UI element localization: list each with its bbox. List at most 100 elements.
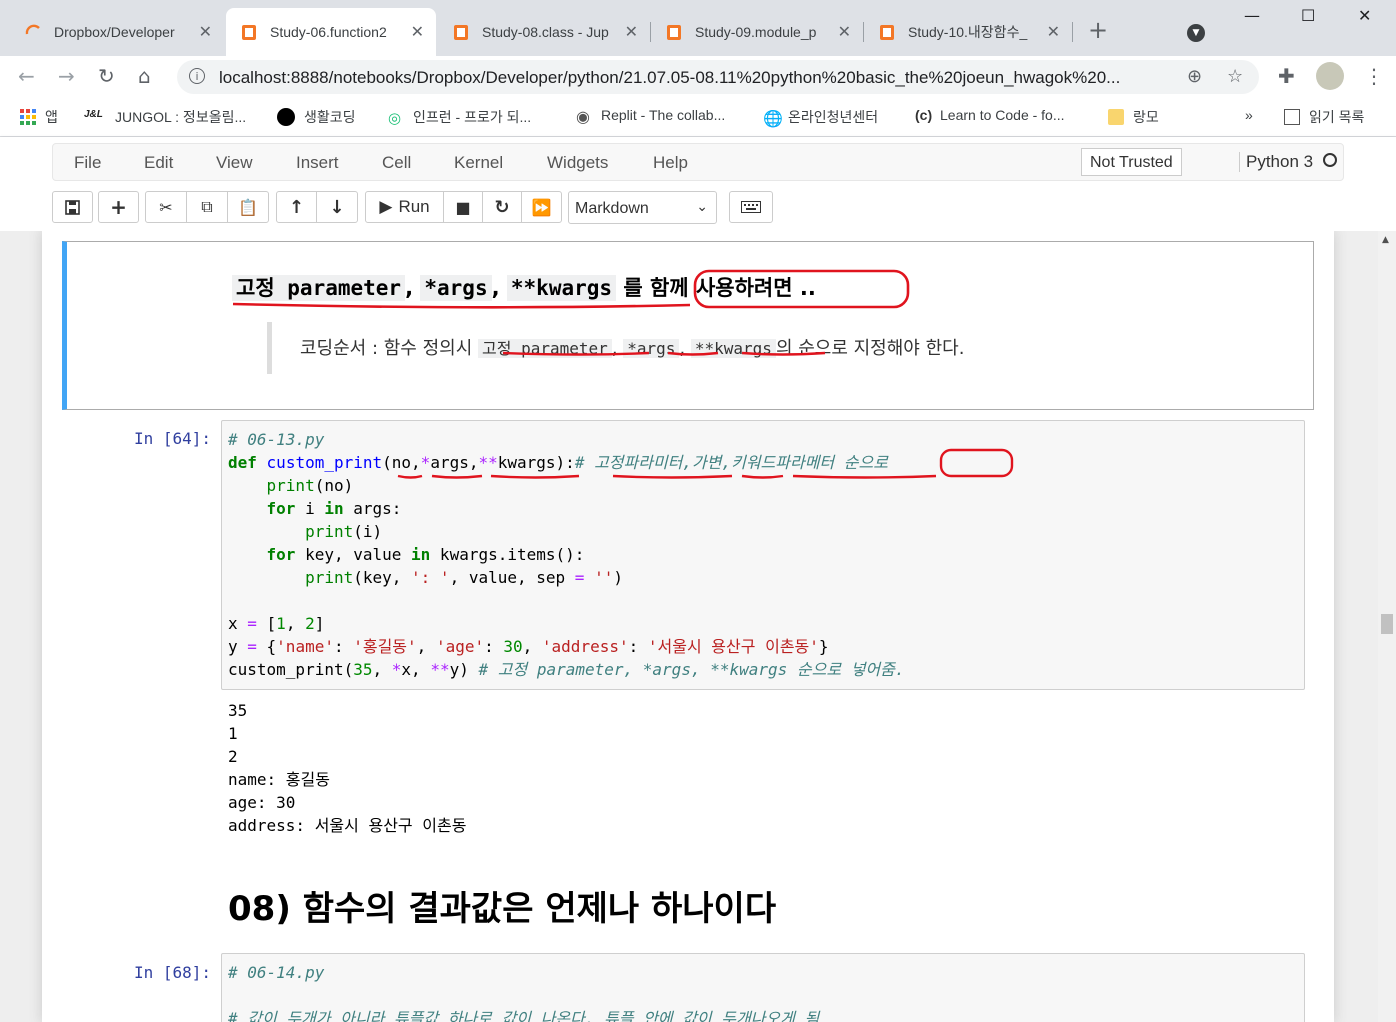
move-up-icon[interactable]: ↑	[277, 192, 317, 222]
folder-icon	[1108, 109, 1124, 125]
save-icon[interactable]	[53, 192, 92, 222]
bookmark-apps[interactable]: 앱	[20, 107, 58, 127]
star-icon[interactable]: ☆	[1227, 66, 1243, 87]
zoom-icon[interactable]: ⊕	[1187, 66, 1202, 87]
code-editor[interactable]: # 06-13.py def custom_print(no,*args,**k…	[228, 428, 905, 681]
globe-icon: 🌐	[763, 111, 783, 128]
avatar[interactable]	[1316, 62, 1344, 90]
inflearn-icon: ◎	[388, 110, 402, 127]
tab-dropbox[interactable]: Dropbox/Developer ✕	[10, 8, 224, 56]
jungol-icon: J&L	[84, 109, 103, 120]
bookmark-youth-center[interactable]: 🌐 온라인청년센터	[763, 107, 878, 128]
blockquote-text: 코딩순서 : 함수 정의시 고정 parameter, *args, **kwa…	[300, 338, 965, 359]
tab-title: Study-06.function2	[270, 24, 387, 40]
code-cell[interactable]: # 06-13.py def custom_print(no,*args,**k…	[221, 420, 1305, 690]
notebook-area: 고정 parameter, *args, **kwargs 를 함께 사용하려면…	[0, 231, 1378, 1022]
window-close-icon[interactable]: ✕	[1358, 6, 1371, 25]
toolbar-group-clipboard: ✂ ⧉ 📋	[145, 191, 269, 223]
site-info-icon[interactable]: i	[189, 68, 205, 84]
menu-help[interactable]: Help	[653, 153, 688, 173]
menu-file[interactable]: File	[74, 153, 101, 173]
bookmark-freecodecamp[interactable]: (c) Learn to Code - fo...	[915, 107, 1065, 123]
copy-icon[interactable]: ⧉	[187, 192, 228, 222]
paste-icon[interactable]: 📋	[228, 192, 268, 222]
toolbar-group-keyboard	[729, 191, 773, 223]
play-icon: ▶	[379, 197, 393, 216]
menu-kernel[interactable]: Kernel	[454, 153, 503, 173]
address-bar[interactable]: i localhost:8888/notebooks/Dropbox/Devel…	[177, 60, 1259, 94]
chevron-down-icon: ⌄	[696, 198, 708, 214]
reload-icon[interactable]: ↻	[98, 64, 115, 88]
markdown-heading: 고정 parameter, *args, **kwargs 를 함께 사용하려면…	[232, 272, 816, 302]
toolbar-group-move: ↑ ↓	[276, 191, 358, 223]
notebook-page: 고정 parameter, *args, **kwargs 를 함께 사용하려면…	[42, 231, 1334, 1022]
tab-search-icon[interactable]: ▼	[1187, 24, 1205, 42]
close-icon[interactable]: ✕	[1047, 22, 1060, 42]
kernel-status-icon	[1323, 153, 1337, 167]
interrupt-icon[interactable]: ■	[444, 192, 483, 222]
bookmarks-more[interactable]: »	[1245, 107, 1253, 123]
notebook-icon	[240, 23, 258, 41]
move-down-icon[interactable]: ↓	[317, 192, 357, 222]
keyboard-icon[interactable]	[730, 192, 772, 222]
maximize-icon[interactable]: ☐	[1301, 6, 1315, 25]
restart-icon[interactable]: ↻	[483, 192, 522, 222]
replit-icon: ◉	[576, 109, 590, 126]
run-button[interactable]: ▶ Run	[366, 192, 444, 222]
bookmark-opentutorials[interactable]: 생활코딩	[277, 107, 356, 127]
notebook-icon	[665, 23, 683, 41]
close-icon[interactable]: ✕	[625, 22, 638, 42]
close-icon[interactable]: ✕	[199, 22, 212, 42]
tab-study-08[interactable]: Study-08.class - Jup ✕	[438, 8, 650, 56]
menu-insert[interactable]: Insert	[296, 153, 339, 173]
close-icon[interactable]: ✕	[411, 22, 424, 42]
tab-title: Study-08.class - Jup	[482, 24, 609, 40]
home-icon[interactable]: ⌂	[138, 64, 151, 88]
scroll-up-icon[interactable]: ▲	[1382, 235, 1389, 245]
forward-icon[interactable]: →	[58, 64, 75, 88]
url-text[interactable]: localhost:8888/notebooks/Dropbox/Develop…	[219, 68, 1179, 88]
scrollbar-thumb[interactable]	[1381, 614, 1393, 634]
menu-widgets[interactable]: Widgets	[547, 153, 608, 173]
bookmark-folder-langmo[interactable]: 랑모	[1108, 107, 1159, 127]
apps-grid-icon	[20, 109, 36, 125]
close-icon[interactable]: ✕	[838, 22, 851, 42]
menu-icon[interactable]: ⋮	[1364, 64, 1384, 88]
tab-study-10[interactable]: Study-10.내장함수_ ✕	[864, 8, 1072, 56]
browser-tab-strip: Dropbox/Developer ✕ Study-06.function2 ✕…	[0, 0, 1396, 56]
markdown-cell[interactable]: 고정 parameter, *args, **kwargs 를 함께 사용하려면…	[62, 241, 1314, 410]
back-icon[interactable]: ←	[18, 64, 35, 88]
toolbar-group-save	[52, 191, 93, 223]
menu-view[interactable]: View	[216, 153, 253, 173]
code-editor[interactable]: # 06-14.py # 값이 두개가 아니라 튜플값 하나로 값이 나온다. …	[228, 961, 819, 1022]
toolbar-group-run: ▶ Run ■ ↻ ⏩	[365, 191, 562, 223]
page-scrollbar[interactable]: ▲	[1378, 231, 1396, 1022]
cell-prompt: In [64]:	[134, 429, 212, 448]
reading-list[interactable]: 읽기 목록	[1284, 107, 1364, 127]
bookmark-inflearn[interactable]: ◎ 인프런 - 프로가 되...	[388, 107, 531, 127]
tab-separator	[1072, 22, 1073, 42]
cut-icon[interactable]: ✂	[146, 192, 187, 222]
toolbar-group-insert: +	[98, 191, 139, 223]
cell-prompt: In [68]:	[134, 963, 212, 982]
new-tab-icon[interactable]: +	[1088, 18, 1108, 42]
notebook-icon	[878, 23, 896, 41]
extensions-icon[interactable]: ✚	[1278, 64, 1295, 88]
tab-title: Dropbox/Developer	[54, 24, 175, 40]
insert-cell-icon[interactable]: +	[99, 192, 138, 222]
menu-edit[interactable]: Edit	[144, 153, 173, 173]
tab-study-09[interactable]: Study-09.module_p ✕	[651, 8, 863, 56]
jupyter-header: File Edit View Insert Cell Kernel Widget…	[0, 137, 1396, 231]
not-trusted-button[interactable]: Not Trusted	[1081, 148, 1182, 176]
bookmark-replit[interactable]: ◉ Replit - The collab...	[576, 107, 725, 126]
cell-type-select[interactable]: Markdown ⌄	[568, 191, 717, 224]
tab-study-06[interactable]: Study-06.function2 ✕	[226, 8, 436, 56]
tab-title: Study-09.module_p	[695, 24, 817, 40]
menu-cell[interactable]: Cell	[382, 153, 411, 173]
bookmark-jungol[interactable]: J&L JUNGOL : 정보올림...	[84, 107, 246, 127]
code-cell[interactable]: # 06-14.py # 값이 두개가 아니라 튜플값 하나로 값이 나온다. …	[221, 953, 1305, 1022]
freecodecamp-icon: (c)	[915, 107, 933, 123]
circle-icon	[277, 108, 295, 126]
run-all-icon[interactable]: ⏩	[522, 192, 561, 222]
minimize-icon[interactable]: —	[1244, 6, 1260, 25]
